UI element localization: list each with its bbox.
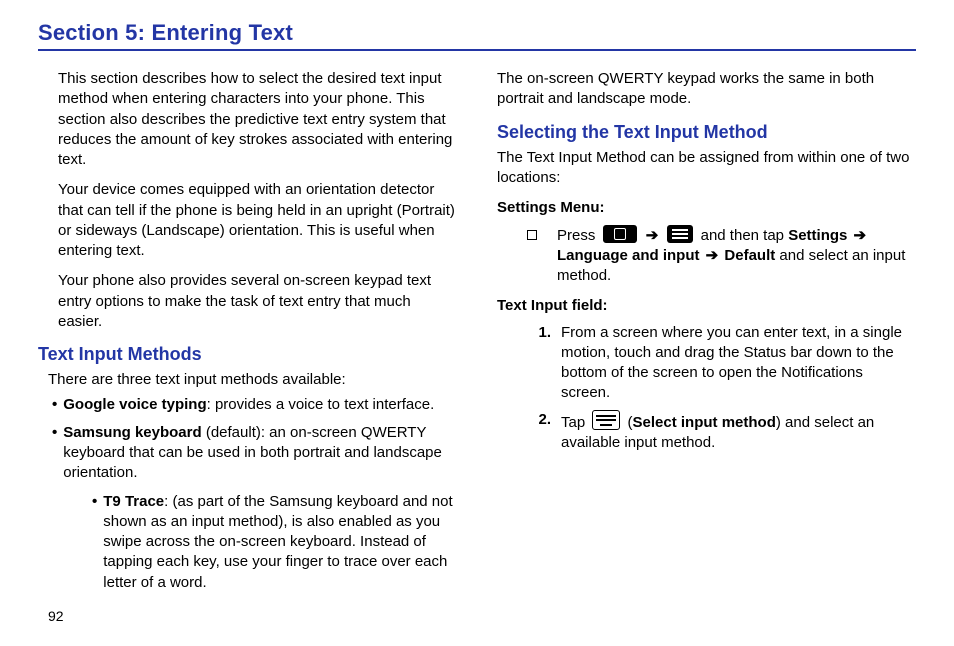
step-text: Tap [561,414,589,431]
arrow-icon: ➔ [646,227,659,244]
step-bold: Default [724,247,775,264]
bullet-dot-icon: • [52,423,57,484]
method-name: Samsung keyboard [63,424,201,441]
page-number: 92 [38,607,457,626]
list-item-nested: • T9 Trace: (as part of the Samsung keyb… [38,492,457,593]
method-desc: : provides a voice to text interface. [207,396,435,413]
selecting-lead-in: The Text Input Method can be assigned fr… [497,148,916,189]
methods-lead-in: There are three text input methods avail… [38,370,457,390]
bullet-dot-icon: • [52,395,57,415]
subheading-text-input-field: Text Input field: [497,296,916,316]
heading-selecting-method: Selecting the Text Input Method [497,120,916,144]
arrow-icon: ➔ [706,247,719,264]
step-bold: Settings [788,227,851,244]
arrow-icon: ➔ [854,227,867,244]
intro-paragraph-3: Your phone also provides several on-scre… [38,271,457,332]
bullet-dot-icon: • [92,492,97,593]
right-column: The on-screen QWERTY keypad works the sa… [497,69,916,626]
step-number: 2. [521,410,561,454]
step-bold: Language and input [557,247,704,264]
step-number: 1. [521,323,561,404]
heading-text-input-methods: Text Input Methods [38,342,457,366]
list-item: • Google voice typing: provides a voice … [38,395,457,415]
list-item: • Samsung keyboard (default): an on-scre… [38,423,457,484]
method-name: T9 Trace [103,493,164,510]
numbered-step-2: 2. Tap (Select input method) and select … [497,410,916,454]
numbered-step-1: 1. From a screen where you can enter tex… [497,323,916,404]
section-divider [38,49,916,51]
left-column: This section describes how to select the… [38,69,457,626]
step-text: and then tap [701,227,789,244]
step-text: Press [557,227,600,244]
step-bold: Select input method [633,414,776,431]
section-heading: Section 5: Entering Text [38,20,916,46]
subheading-settings-menu: Settings Menu: [497,198,916,218]
square-bullet-icon [527,230,537,240]
keyboard-icon [592,410,620,430]
menu-button-icon [667,225,693,243]
intro-paragraph-2: Your device comes equipped with an orien… [38,180,457,261]
method-name: Google voice typing [63,396,206,413]
intro-paragraph-1: This section describes how to select the… [38,69,457,170]
step-text: From a screen where you can enter text, … [561,323,916,404]
home-button-icon [603,225,637,243]
settings-menu-step: Press ➔ and then tap Settings ➔ Language… [497,225,916,287]
right-intro: The on-screen QWERTY keypad works the sa… [497,69,916,110]
